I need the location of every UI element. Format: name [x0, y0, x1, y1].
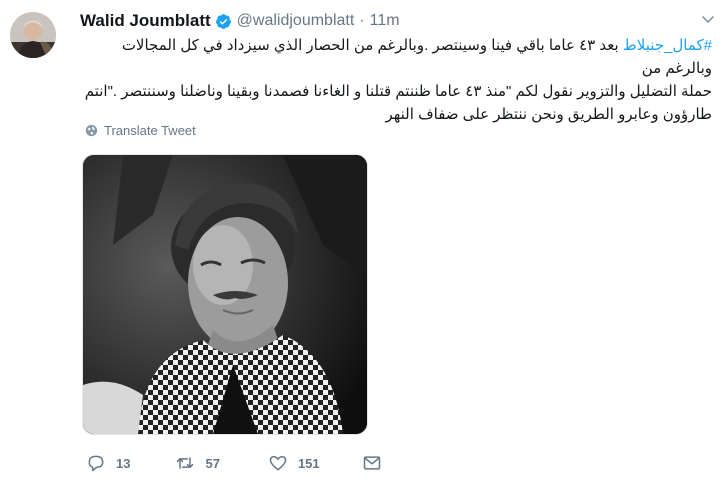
tweet-actions: 13 57 151 — [86, 452, 382, 474]
reply-button[interactable]: 13 — [86, 453, 130, 473]
globe-icon — [85, 124, 98, 137]
tweet-text-line-1: #كمال_جنبلاط بعد ٤٣ عاما باقي فينا وسينت… — [78, 34, 712, 80]
verified-badge-icon — [215, 13, 232, 30]
chevron-down-icon[interactable] — [700, 11, 716, 27]
like-count: 151 — [297, 455, 320, 471]
timestamp[interactable]: 11m — [370, 12, 400, 30]
retweet-count: 57 — [205, 455, 220, 471]
tweet-text: #كمال_جنبلاط بعد ٤٣ عاما باقي فينا وسينت… — [78, 34, 712, 126]
author-name[interactable]: Walid Joumblatt — [80, 11, 211, 31]
hashtag-link[interactable]: #كمال_جنبلاط — [623, 37, 712, 54]
direct-message-button[interactable] — [362, 453, 382, 473]
tweet-text-line-2: حملة التضليل والتزوير نقول لكم "منذ ٤٣ ع… — [84, 83, 712, 100]
like-button[interactable]: 151 — [268, 453, 320, 473]
retweet-button[interactable]: 57 — [175, 453, 220, 473]
separator-dot: · — [359, 12, 365, 29]
heart-icon — [268, 453, 288, 473]
tweet-photo[interactable] — [82, 154, 368, 435]
retweet-icon — [175, 453, 195, 473]
translate-tweet-link[interactable]: Translate Tweet — [85, 121, 196, 139]
avatar[interactable] — [10, 12, 56, 58]
author-handle[interactable]: @walidjoumblatt — [237, 12, 355, 30]
reply-count: 13 — [116, 455, 131, 471]
tweet-header: Walid Joumblatt @walidjoumblatt · 11m — [80, 10, 716, 32]
translate-label: Translate Tweet — [104, 122, 196, 138]
reply-icon — [86, 453, 106, 473]
envelope-icon — [362, 453, 382, 473]
tweet-card[interactable]: Walid Joumblatt @walidjoumblatt · 11m #ك… — [0, 0, 726, 494]
